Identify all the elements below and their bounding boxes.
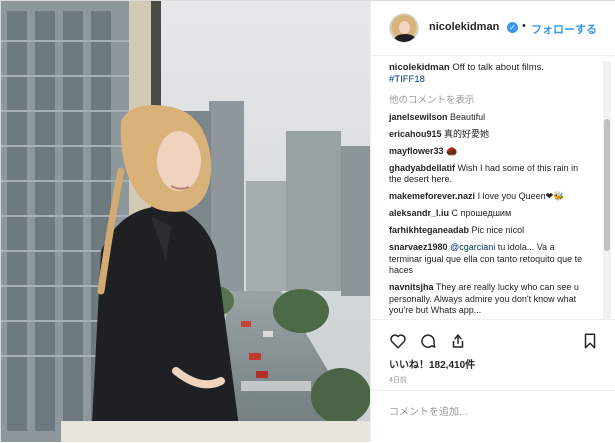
comment-item: makemeforever.nazi I love you Queen❤🐝: [389, 191, 587, 203]
comment-username[interactable]: aleksandr_l.iu: [389, 208, 449, 218]
comment-item: janelsewilson Beautiful: [389, 112, 587, 124]
comment-item: mayflower33 🌰: [389, 146, 587, 158]
comment-username[interactable]: mayflower33: [389, 146, 444, 156]
likes-count[interactable]: いいね！182,410件: [389, 356, 475, 371]
comment-username[interactable]: makemeforever.nazi: [389, 191, 475, 201]
comment-item: navnitsjha They are really lucky who can…: [389, 282, 587, 317]
comment-username[interactable]: ghadyabdellatif: [389, 163, 455, 173]
view-more-comments-button[interactable]: 他のコメントを表示: [389, 92, 603, 106]
photo-image: [1, 1, 370, 442]
avatar[interactable]: [389, 13, 419, 43]
verified-badge-icon: ✓: [507, 22, 518, 33]
comment-username[interactable]: snarvaez1980: [389, 242, 448, 252]
comment-username[interactable]: navnitsjha: [389, 282, 434, 292]
comment-item: ericahou915 真的好愛她: [389, 129, 587, 141]
comment-item: snarvaez1980 @cgarciani tu idola... Va a…: [389, 242, 587, 277]
caption-username[interactable]: nicolekidman: [389, 62, 450, 73]
comment-mention[interactable]: @cgarciani: [450, 242, 495, 252]
comments-scrollbar[interactable]: [603, 61, 611, 319]
comment-text: Pic nice nicol: [471, 225, 525, 235]
post-photo[interactable]: [1, 1, 370, 442]
post-actions: いいね！182,410件 4日前 コメントを追加...: [371, 319, 615, 442]
caption-hashtag[interactable]: #TIFF18: [389, 74, 425, 85]
comments-list: nicolekidman Off to talk about films. #T…: [371, 56, 603, 319]
instagram-post: nicolekidman ✓ • フォローする nicolekidman Off…: [0, 0, 615, 442]
post-caption: nicolekidman Off to talk about films. #T…: [389, 62, 603, 86]
comment-username[interactable]: janelsewilson: [389, 112, 448, 122]
scrollbar-thumb[interactable]: [604, 119, 610, 251]
comment-text: 🌰: [446, 145, 458, 156]
comment-item: aleksandr_l.iu С прошедшим: [389, 208, 587, 220]
add-comment-field[interactable]: コメントを追加...: [371, 390, 615, 443]
comment-username[interactable]: farhikhteganeadab: [389, 225, 469, 235]
separator-dot: •: [522, 20, 526, 32]
comment-username[interactable]: ericahou915: [389, 129, 442, 139]
comment-text: 真的好愛她: [444, 128, 490, 139]
share-icon[interactable]: [449, 332, 467, 350]
comment-text: I love you Queen❤🐝: [477, 191, 565, 201]
follow-button[interactable]: フォローする: [531, 21, 597, 37]
comment-text: С прошедшим: [451, 208, 512, 218]
comment-icon[interactable]: [419, 332, 437, 350]
post-header: nicolekidman ✓ • フォローする: [371, 1, 615, 56]
post-sidebar: nicolekidman ✓ • フォローする nicolekidman Off…: [370, 1, 615, 442]
comment-text: Beautiful: [450, 111, 486, 122]
add-comment-placeholder: コメントを追加...: [389, 407, 468, 418]
comment-item: farhikhteganeadab Pic nice nicol: [389, 225, 587, 237]
bookmark-icon[interactable]: [581, 332, 599, 350]
heart-icon[interactable]: [389, 332, 407, 350]
caption-text: Off to talk about films.: [452, 62, 545, 73]
header-username[interactable]: nicolekidman: [429, 21, 499, 33]
comment-item: ghadyabdellatif Wish I had some of this …: [389, 163, 587, 186]
post-timestamp[interactable]: 4日前: [389, 375, 407, 385]
